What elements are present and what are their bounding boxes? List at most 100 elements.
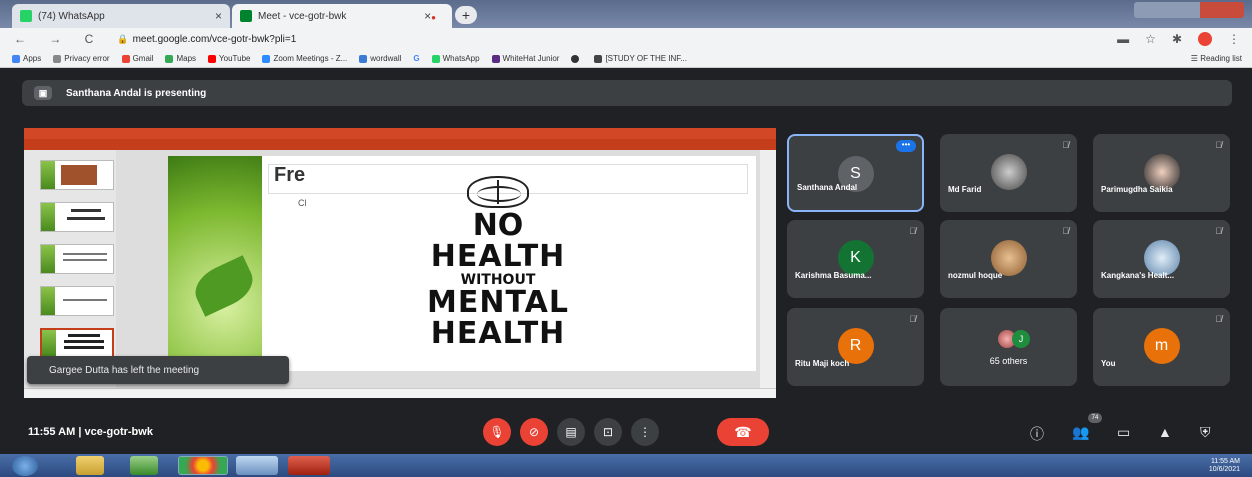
ppt-title-bar bbox=[24, 128, 776, 139]
participant-name: Ritu Maji koch bbox=[795, 359, 850, 368]
system-clock[interactable]: 11:55 AM 10/6/2021 bbox=[1209, 458, 1240, 474]
ppt-ribbon-tabs bbox=[24, 139, 776, 150]
youtube-icon bbox=[208, 54, 217, 63]
participant-name: Santhana Andal bbox=[797, 183, 858, 192]
start-button[interactable] bbox=[12, 456, 38, 476]
participants-count-badge: 74 bbox=[1088, 413, 1102, 423]
pdf-reader-icon[interactable] bbox=[288, 456, 330, 475]
meeting-info: 11:55 AM | vce-gotr-bwk bbox=[28, 426, 153, 438]
tab-label: Meet - vce-gotr-bwk bbox=[258, 10, 347, 22]
globe-icon bbox=[53, 54, 62, 63]
ppt-status-bar bbox=[24, 388, 776, 398]
camera-toggle-button[interactable]: ⊘ bbox=[520, 418, 548, 446]
self-tile[interactable]: 🎙̸ m You bbox=[1093, 308, 1230, 386]
nav-buttons[interactable]: ← → C bbox=[14, 32, 103, 46]
mic-toggle-button[interactable]: 🎙 bbox=[483, 418, 511, 446]
meet-control-bar bbox=[0, 408, 1252, 454]
meeting-details-button[interactable]: ⓘ bbox=[1030, 424, 1044, 444]
browser-tab-bar: (74) WhatsApp × Meet - vce-gotr-bwk ×● + bbox=[0, 0, 1252, 28]
bookmark-apps[interactable]: Apps bbox=[12, 54, 41, 63]
url-field[interactable]: meet.google.com/vce-gotr-bwk?pli=1 bbox=[133, 34, 297, 45]
host-controls-button[interactable]: ⛨ bbox=[1200, 424, 1211, 441]
shield-icon: ⛨ bbox=[1200, 424, 1211, 440]
green-leaf-image bbox=[168, 156, 262, 371]
leave-call-button[interactable]: ☎ bbox=[717, 418, 769, 446]
camera-off-icon: ⊘ bbox=[528, 425, 540, 439]
participant-tile[interactable]: 🎙̸ Md Farid bbox=[940, 134, 1077, 212]
captions-button[interactable]: ▤ bbox=[557, 418, 585, 446]
chat-button[interactable]: ▭ bbox=[1117, 424, 1130, 441]
extensions-icon[interactable]: ✱ bbox=[1172, 32, 1182, 46]
bookmark-google[interactable]: G bbox=[413, 54, 419, 63]
slide-heading: Fre bbox=[274, 164, 306, 186]
others-count: 65 others bbox=[989, 356, 1028, 366]
slide-thumbnail bbox=[40, 286, 114, 316]
mic-off-icon: 🎙̸ bbox=[1215, 140, 1222, 150]
reading-list-button[interactable]: ☰ Reading list bbox=[1191, 54, 1242, 63]
bookmark-whatsapp[interactable]: WhatsApp bbox=[431, 54, 480, 63]
mic-off-icon: 🎙 bbox=[489, 425, 505, 439]
more-options-icon[interactable]: ••• bbox=[896, 140, 916, 152]
activities-button[interactable]: ▲ bbox=[1158, 424, 1172, 440]
people-icon: 👥 bbox=[1072, 424, 1090, 440]
brain-icon bbox=[467, 176, 529, 208]
slide-thumbnail bbox=[40, 160, 114, 190]
excel-icon[interactable] bbox=[130, 456, 158, 475]
window-controls[interactable] bbox=[1134, 2, 1244, 18]
participant-name: Kangkana's Healt... bbox=[1101, 271, 1175, 280]
camera-icon[interactable]: ▬ bbox=[1117, 32, 1129, 46]
star-icon[interactable]: ☆ bbox=[1145, 32, 1156, 46]
window-thumbnail-icon[interactable] bbox=[236, 456, 278, 475]
present-icon: ⊡ bbox=[602, 425, 614, 439]
bookmark-privacy[interactable]: Privacy error bbox=[53, 54, 110, 63]
avatar bbox=[990, 154, 1027, 190]
bookmark-whitehat[interactable]: WhiteHat Junior bbox=[491, 54, 559, 63]
whitehat-icon bbox=[491, 54, 500, 63]
others-tile[interactable]: J 65 others bbox=[940, 308, 1077, 386]
participants-button[interactable]: 👥 bbox=[1072, 424, 1089, 441]
bookmark-wordwall[interactable]: wordwall bbox=[359, 54, 401, 63]
tab-meet[interactable]: Meet - vce-gotr-bwk ×● bbox=[232, 4, 452, 28]
chrome-taskbar-icon[interactable] bbox=[178, 456, 228, 475]
participant-tile[interactable]: 🎙̸ R Ritu Maji koch bbox=[787, 308, 924, 386]
more-vert-icon: ⋮ bbox=[639, 425, 651, 439]
present-button[interactable]: ⊡ bbox=[594, 418, 622, 446]
meeting-time: 11:55 AM bbox=[28, 426, 76, 438]
close-icon[interactable]: × bbox=[215, 9, 222, 23]
participant-tile[interactable]: 🎙̸ nozmul hoque bbox=[940, 220, 1077, 298]
menu-icon[interactable]: ⋮ bbox=[1228, 32, 1240, 46]
slide-canvas: Fre Cl NO HEALTH WITHOUT MENTAL HEALTH bbox=[168, 156, 756, 371]
bookmark-study[interactable]: [STUDY OF THE INF... bbox=[594, 54, 687, 63]
bookmark-youtube[interactable]: YouTube bbox=[208, 54, 250, 63]
bookmark-zoom[interactable]: Zoom Meetings - Z... bbox=[262, 54, 347, 63]
participant-tile[interactable]: 🎙̸ Kangkana's Healt... bbox=[1093, 220, 1230, 298]
participant-tile[interactable]: 🎙̸ Parimugdha Saikia bbox=[1093, 134, 1230, 212]
participant-tile[interactable]: 🎙̸ K Karishma Basuma... bbox=[787, 220, 924, 298]
reading-list-icon: ☰ bbox=[1190, 54, 1201, 63]
close-icon[interactable]: ×● bbox=[424, 9, 444, 23]
participant-tile[interactable]: ••• S Santhana Andal bbox=[787, 134, 924, 212]
address-bar: ← → C 🔒 meet.google.com/vce-gotr-bwk?pli… bbox=[0, 28, 1252, 50]
zoom-icon bbox=[262, 54, 271, 63]
clock-time: 11:55 AM bbox=[1210, 458, 1240, 465]
new-tab-button[interactable]: + bbox=[455, 6, 477, 24]
tab-whatsapp[interactable]: (74) WhatsApp × bbox=[12, 4, 230, 28]
whatsapp-icon bbox=[20, 10, 32, 22]
slide-subtext: Cl bbox=[298, 198, 307, 208]
left-meeting-toast: Gargee Dutta has left the meeting bbox=[27, 356, 289, 384]
participant-name: Parimugdha Saikia bbox=[1101, 185, 1173, 194]
bookmark-github[interactable] bbox=[571, 54, 582, 63]
mic-off-icon: 🎙̸ bbox=[1215, 314, 1222, 324]
more-options-button[interactable]: ⋮ bbox=[631, 418, 659, 446]
poster-line: MENTAL bbox=[427, 285, 569, 320]
info-icon: ⓘ bbox=[1030, 426, 1044, 442]
ppt-scrollbar bbox=[760, 150, 776, 388]
file-explorer-icon[interactable] bbox=[76, 456, 104, 475]
bookmark-maps[interactable]: Maps bbox=[165, 54, 196, 63]
mic-off-icon: 🎙̸ bbox=[909, 314, 916, 324]
participant-name: nozmul hoque bbox=[948, 271, 1003, 280]
phone-hangup-icon: ☎ bbox=[734, 423, 752, 440]
bookmark-gmail[interactable]: Gmail bbox=[121, 54, 153, 63]
maps-icon bbox=[165, 54, 174, 63]
avatar[interactable] bbox=[1198, 32, 1212, 46]
